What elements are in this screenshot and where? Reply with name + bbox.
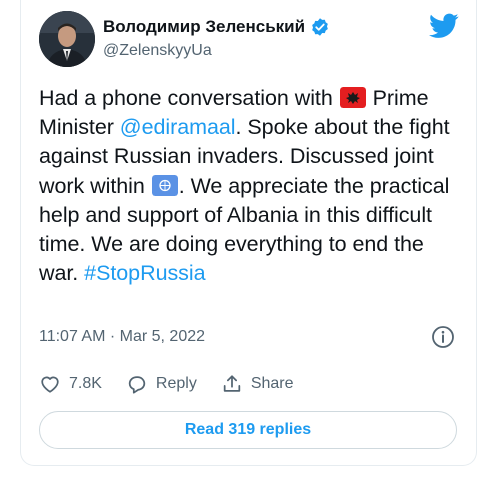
like-count: 7.8K bbox=[69, 375, 102, 392]
tweet-actions: 7.8K Reply Share bbox=[39, 373, 318, 395]
united-nations-flag-icon bbox=[151, 174, 178, 196]
avatar[interactable] bbox=[39, 11, 95, 67]
mention-link[interactable]: @ediramaal bbox=[120, 115, 236, 139]
heart-icon bbox=[41, 376, 59, 393]
author-display-name[interactable]: Володимир Зеленський bbox=[103, 17, 305, 37]
share-icon bbox=[223, 375, 241, 392]
reply-label: Reply bbox=[155, 375, 197, 392]
author-handle[interactable]: @ZelenskyyUa bbox=[103, 42, 212, 60]
verified-badge-icon bbox=[312, 18, 328, 36]
share-button[interactable]: Share bbox=[221, 373, 294, 395]
albania-flag-icon bbox=[339, 87, 366, 108]
hashtag-link[interactable]: #StopRussia bbox=[84, 261, 205, 285]
tweet-timestamp[interactable]: 11:07 AM · Mar 5, 2022 bbox=[39, 328, 205, 346]
tweet-text: Had a phone conversation with Prime Mini… bbox=[39, 84, 459, 288]
avatar-image bbox=[39, 11, 95, 67]
reply-bubble-icon bbox=[128, 376, 146, 394]
like-button[interactable]: 7.8K bbox=[39, 373, 102, 395]
read-replies-button[interactable]: Read 319 replies bbox=[39, 411, 457, 449]
info-icon[interactable] bbox=[431, 325, 455, 349]
tweet-text-part: Had a phone conversation with bbox=[39, 86, 339, 110]
reply-button[interactable]: Reply bbox=[126, 373, 197, 395]
share-label: Share bbox=[250, 375, 294, 392]
twitter-bird-icon[interactable] bbox=[429, 13, 459, 39]
author-name-row[interactable]: Володимир Зеленський bbox=[103, 17, 330, 37]
